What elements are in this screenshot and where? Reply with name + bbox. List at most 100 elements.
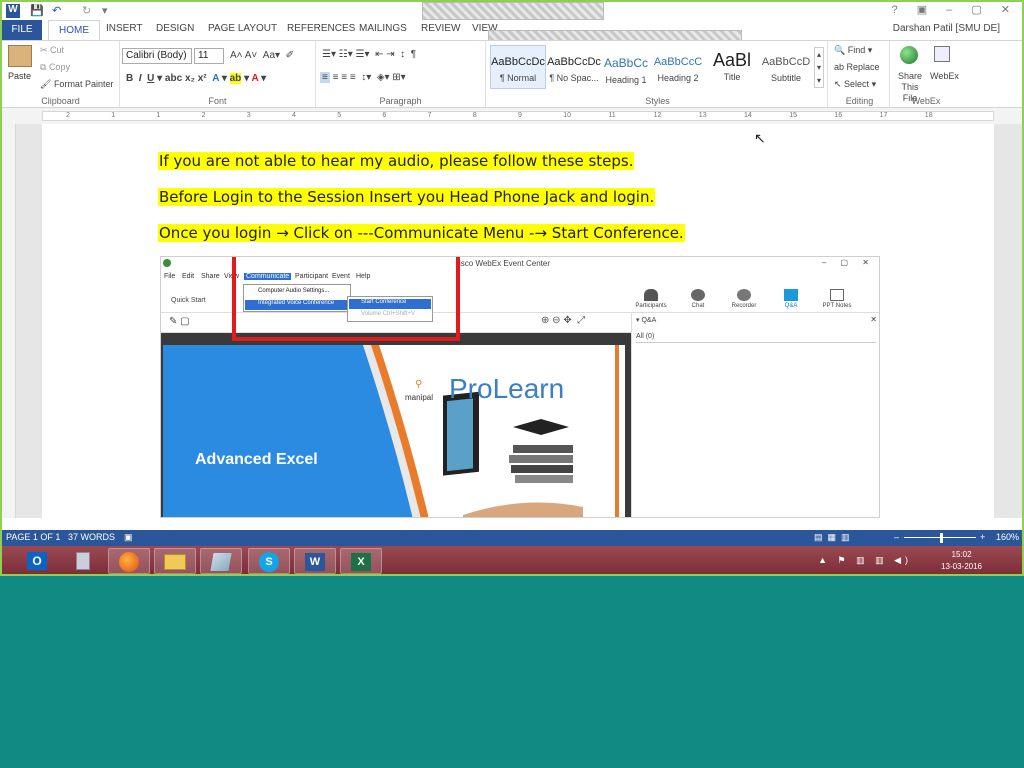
style-normal[interactable]: AaBbCcDc ¶ Normal (490, 45, 546, 89)
format-painter-button[interactable]: 🖌 Format Painter (40, 79, 113, 90)
embedded-screenshot[interactable]: isco WebEx Event Center – ▢ ✕ File Edit … (160, 256, 880, 518)
ruler-marks: 2 1 1 2 3 4 5 6 7 8 9 10 11 12 13 14 15 16 17 18 (42, 112, 994, 120)
style-heading-1[interactable]: AaBbCc Heading 1 (598, 45, 654, 89)
system-tray-icons[interactable]: ▲ ⚑ ▥ ▥ ◀) (818, 555, 912, 566)
skype-taskbar-item[interactable]: S (248, 548, 290, 574)
document-page[interactable]: If you are not able to hear my audio, pl… (42, 124, 994, 518)
globe-icon[interactable] (900, 46, 918, 64)
ruler-mark: 4 (292, 112, 296, 119)
proofing-icon[interactable]: ▣ (124, 532, 133, 543)
paste-button[interactable]: Paste (8, 71, 31, 81)
select-label: Select (844, 79, 870, 89)
paragraph-group-label: Paragraph (379, 96, 422, 106)
status-bar: PAGE 1 OF 1 37 WORDS ▣ ▤ ▦ ▥ – + 160% (2, 530, 1022, 546)
qa-close-icon: ✕ (870, 315, 877, 324)
replace-label: Replace (846, 62, 880, 72)
word-app-icon[interactable]: W (6, 4, 20, 18)
horizontal-ruler[interactable]: 2 1 1 2 3 4 5 6 7 8 9 10 11 12 13 14 15 16 17 18 (2, 108, 1022, 124)
quick-start-tab: Quick Start (171, 297, 206, 304)
window-controls[interactable]: ? ▣ – ▢ ✕ (892, 3, 1018, 16)
style-preview: AaBbCcDc (547, 56, 601, 68)
page-count[interactable]: PAGE 1 OF 1 (6, 532, 60, 542)
tool-recorder: Recorder (724, 289, 764, 309)
slide-viewer: ⚲ manipal ProLearn Advanced Excel (161, 333, 631, 517)
ruler-mark: 10 (563, 112, 571, 119)
replace-button[interactable]: ab Replace (834, 62, 880, 72)
format-painter-label: Format Painter (53, 79, 114, 89)
customize-qa-icon[interactable]: ▾ (102, 4, 108, 18)
word-taskbar-item[interactable]: W (294, 548, 336, 574)
view-mode-icons[interactable]: ▤ ▦ ▥ (814, 532, 850, 543)
ruler-mark: 5 (337, 112, 342, 119)
clock[interactable]: 15:02 13-03-2016 (941, 549, 982, 573)
ruler-mark: 16 (834, 112, 843, 119)
style-no-spacing[interactable]: AaBbCcDc ¶ No Spac... (546, 45, 602, 89)
zoom-out-icon[interactable]: – (894, 532, 899, 542)
style-name: Heading 2 (657, 73, 699, 83)
style-heading-2[interactable]: AaBbCcC Heading 2 (650, 45, 706, 89)
webex-group-label: WebEx (911, 96, 941, 106)
tab-review[interactable]: REVIEW (421, 23, 460, 34)
tool-label: Q&A (784, 303, 798, 309)
tab-file[interactable]: FILE (2, 20, 42, 40)
tab-home[interactable]: HOME (48, 20, 100, 40)
paste-icon[interactable] (8, 45, 32, 67)
tab-mailings[interactable]: MAILINGS (359, 23, 407, 34)
tab-design[interactable]: DESIGN (156, 23, 194, 34)
ruler-mark: 14 (744, 112, 752, 119)
ruler-mark: 7 (427, 112, 432, 119)
style-title[interactable]: AaBl Title (704, 45, 760, 89)
copy-button[interactable]: ⧉ Copy (40, 62, 70, 73)
webex-icon[interactable] (934, 46, 950, 62)
zoom-slider-thumb[interactable] (940, 533, 943, 543)
select-button[interactable]: ↖ Select ▾ (834, 79, 876, 90)
webex-title: isco WebEx Event Center (459, 259, 551, 268)
tab-page-layout[interactable]: PAGE LAYOUT (208, 23, 277, 34)
zoom-controls-icon: ⊕ ⊖ ✥ ⤢ (541, 315, 586, 326)
word-count[interactable]: 37 WORDS (68, 532, 115, 542)
user-account[interactable]: Darshan Patil [SMU DE] (893, 23, 1000, 34)
clipboard-group: Paste ✂ Cut ⧉ Copy 🖌 Format Painter Clip… (2, 41, 120, 107)
mouse-cursor-icon: ↖ (754, 130, 766, 146)
outlook-taskbar-item[interactable]: O (16, 548, 58, 574)
pencil-icon: ✎ ▢ (169, 316, 190, 327)
excel-taskbar-item[interactable]: X (340, 548, 382, 574)
ruler-mark: 13 (698, 112, 707, 119)
zoom-in-icon[interactable]: + (980, 532, 985, 542)
editing-group: 🔍 Find ▾ ab Replace ↖ Select ▾ Editing (830, 41, 890, 107)
webex-button[interactable]: WebEx (930, 71, 959, 81)
redo-icon[interactable]: ↻ (82, 4, 91, 18)
style-subtitle[interactable]: AaBbCcD Subtitle (758, 45, 814, 89)
list-icons[interactable]: ☰▾ ☷▾ ☰▾ ⇤ ⇥ ↕ ¶ (322, 49, 416, 60)
qa-panel: ▾ Q&A ✕ All (0) (631, 313, 879, 517)
clock-date: 13-03-2016 (941, 562, 982, 571)
ruler-mark: 18 (924, 112, 933, 119)
ruler-mark: 11 (608, 112, 616, 119)
explorer-taskbar-item[interactable] (154, 548, 196, 574)
find-button[interactable]: 🔍 Find ▾ (834, 45, 872, 56)
font-format-icons[interactable]: B I U ▾ abc x₂ x² A ▾ ab ▾ A ▾ (126, 73, 266, 84)
font-size-select[interactable]: 11 (194, 48, 224, 64)
undo-icon[interactable]: ↶ (52, 4, 61, 18)
menu-edit: Edit (182, 273, 195, 280)
app-icon (210, 553, 232, 571)
grow-shrink-font-icon[interactable]: A˄ A˅ Aa▾ ✐ (230, 50, 294, 61)
firefox-taskbar-item[interactable] (108, 548, 150, 574)
tool-qa: Q&A (771, 289, 811, 309)
ruler-mark: 3 (246, 112, 251, 119)
tab-references[interactable]: REFERENCES (287, 23, 355, 34)
calculator-taskbar-item[interactable] (62, 548, 104, 574)
font-name-select[interactable]: Calibri (Body) (122, 48, 192, 64)
cut-button[interactable]: ✂ Cut (40, 45, 64, 56)
app-taskbar-item[interactable] (200, 548, 242, 574)
zoom-level[interactable]: 160% (996, 532, 1019, 542)
align-icons[interactable]: ≡ ≡ ≡ ≡ ↕▾ ◈▾ ⊞▾ (320, 72, 406, 83)
qa-tab-all: All (0) (636, 333, 876, 343)
styles-scroll-icon[interactable]: ▴ ▾ ▾ (814, 47, 825, 88)
style-preview: AaBbCcC (653, 56, 703, 68)
font-group-label: Font (208, 96, 227, 106)
save-icon[interactable]: 💾 (30, 4, 44, 18)
clock-time: 15:02 (951, 550, 972, 559)
tab-insert[interactable]: INSERT (106, 23, 143, 34)
qa-icon (784, 289, 798, 301)
